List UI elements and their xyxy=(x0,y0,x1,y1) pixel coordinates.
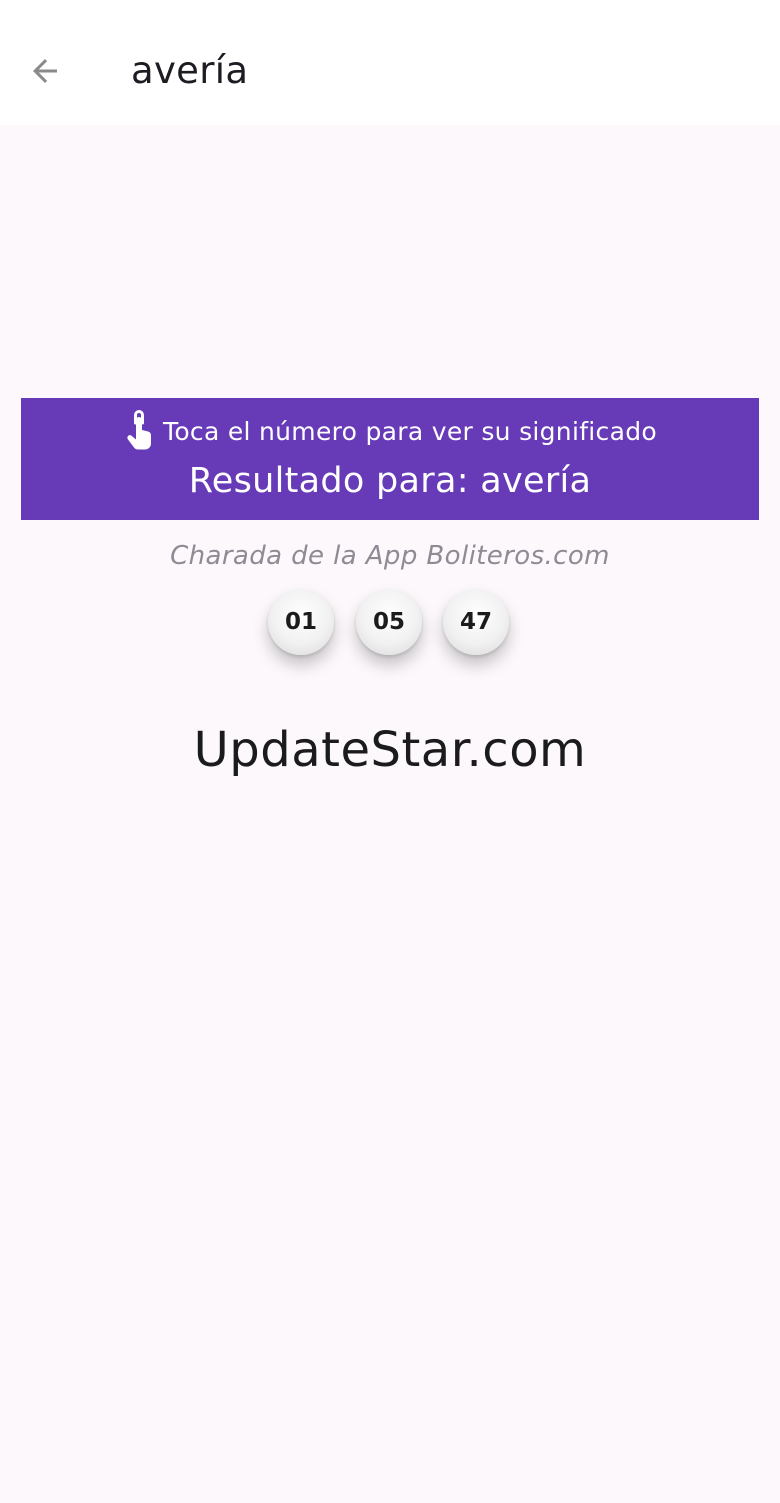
watermark-text: UpdateStar.com xyxy=(193,722,587,778)
result-banner: Toca el número para ver su significado R… xyxy=(21,398,759,520)
screen-title: avería xyxy=(131,49,249,92)
app-screen: avería Toca el número para ver su signif… xyxy=(0,0,780,1503)
number-ball[interactable]: 47 xyxy=(443,589,509,655)
source-label: Charada de la App Boliteros.com xyxy=(170,541,610,571)
touch-hand-icon xyxy=(127,410,152,450)
hint-row: Toca el número para ver su significado xyxy=(21,410,759,452)
number-ball[interactable]: 05 xyxy=(356,589,422,655)
number-balls: 01 05 47 xyxy=(268,589,518,659)
arrow-left-icon xyxy=(33,59,57,83)
back-button[interactable] xyxy=(14,40,76,102)
result-title: Resultado para: avería xyxy=(188,461,592,501)
number-ball[interactable]: 01 xyxy=(268,589,334,655)
hint-text: Toca el número para ver su significado xyxy=(163,416,657,446)
top-app-bar: avería xyxy=(0,0,780,125)
